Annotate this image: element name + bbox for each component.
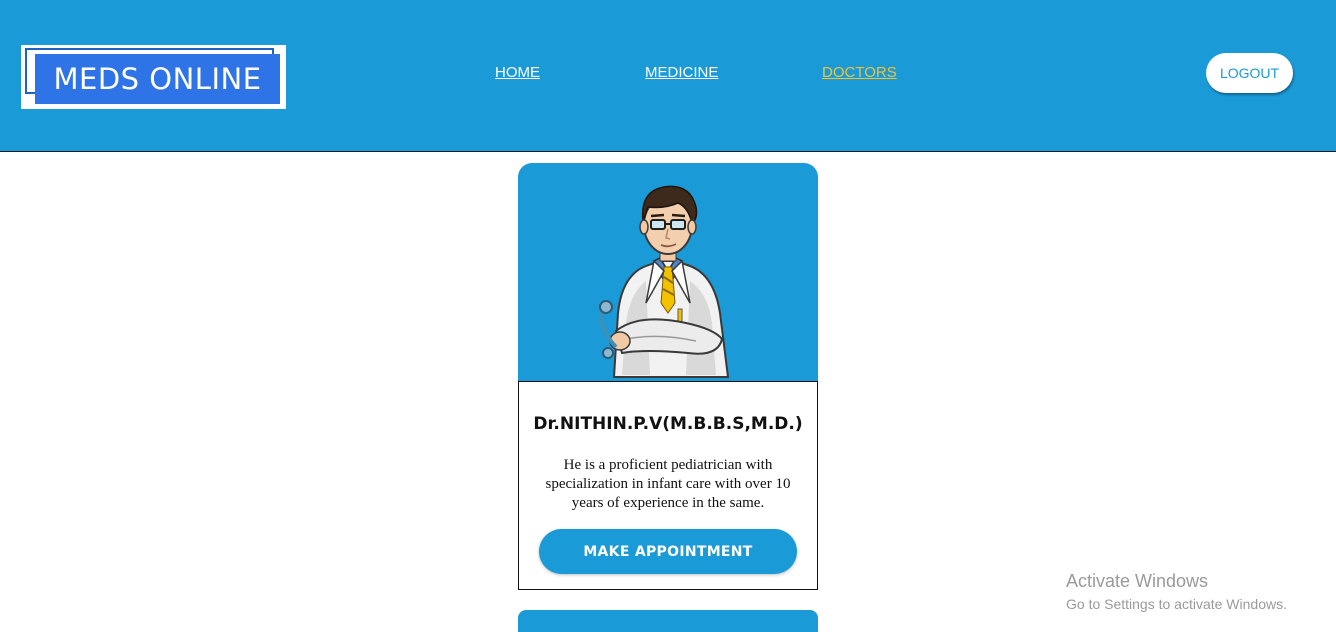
logout-button[interactable]: LOGOUT [1206, 53, 1293, 93]
doctor-card-body: Dr.NITHIN.P.V(M.B.B.S,M.D.) He is a prof… [518, 381, 818, 590]
doctor-card: Dr.NITHIN.P.V(M.B.B.S,M.D.) He is a prof… [518, 163, 818, 590]
watermark-title: Activate Windows [1066, 571, 1209, 591]
meds-online-logo[interactable]: MEDS ONLINE [21, 45, 286, 109]
make-appointment-button[interactable]: MAKE APPOINTMENT [539, 529, 797, 574]
doctor-name: Dr.NITHIN.P.V(M.B.B.S,M.D.) [533, 414, 803, 434]
nav-doctors-link[interactable]: DOCTORS [822, 64, 897, 84]
doctor-illustration-icon [599, 185, 730, 378]
doctor-image-panel [518, 163, 818, 382]
doctor-description: He is a proficient pediatrician with spe… [545, 457, 791, 511]
watermark-subtitle: Go to Settings to activate Windows. [1066, 596, 1287, 612]
nav-home-link[interactable]: HOME [495, 64, 540, 84]
nav-medicine-link[interactable]: MEDICINE [645, 64, 718, 84]
next-doctor-card-top [518, 610, 818, 632]
top-header: MEDS ONLINE HOME MEDICINE DOCTORS LOGOUT [0, 0, 1336, 152]
logo-badge: MEDS ONLINE [35, 54, 280, 104]
activate-windows-watermark: Activate Windows Go to Settings to activ… [1066, 570, 1287, 614]
logo-text: MEDS ONLINE [53, 62, 262, 96]
